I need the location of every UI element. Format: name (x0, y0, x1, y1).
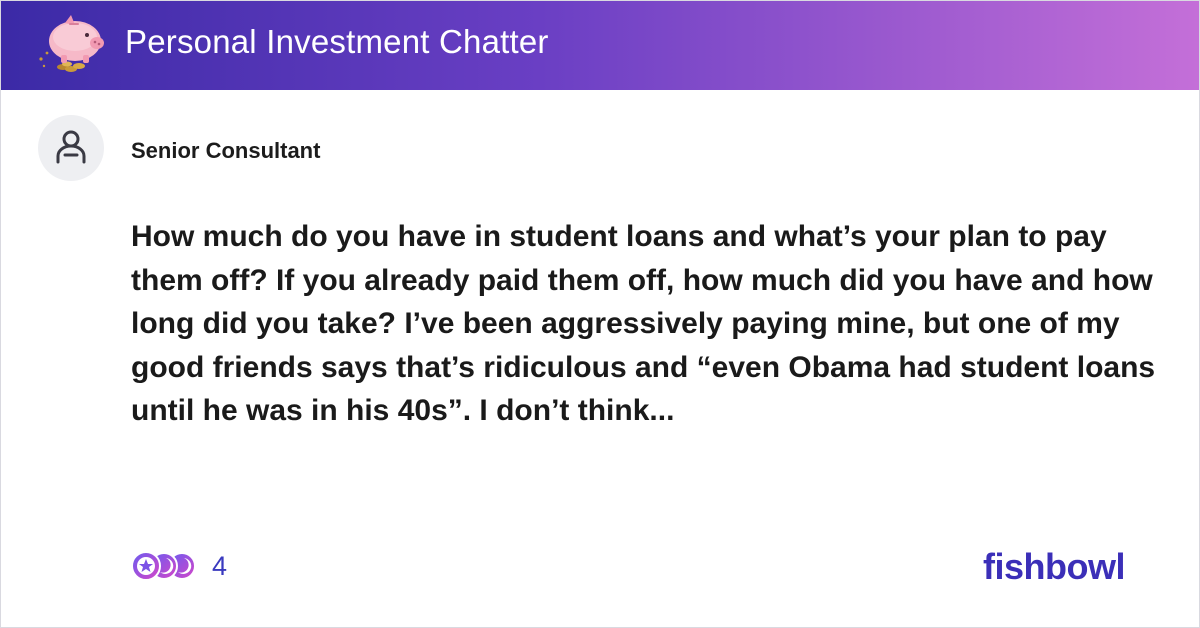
avatar[interactable] (38, 115, 104, 181)
reaction-count: 4 (212, 550, 228, 581)
reactions[interactable]: 4 (130, 549, 227, 583)
piggy-bank-icon (35, 11, 109, 77)
post-body[interactable]: How much do you have in student loans an… (131, 215, 1161, 433)
star-reaction-icon (131, 551, 161, 581)
bowl-title[interactable]: Personal Investment Chatter (125, 23, 549, 61)
reaction-icons (130, 549, 200, 583)
user-icon (56, 130, 86, 164)
bowl-header: Personal Investment Chatter (1, 1, 1199, 90)
post-card: Personal Investment Chatter Senior Consu… (0, 0, 1200, 628)
author-title[interactable]: Senior Consultant (131, 138, 320, 164)
fishbowl-logo[interactable]: fishbowl (983, 546, 1126, 588)
